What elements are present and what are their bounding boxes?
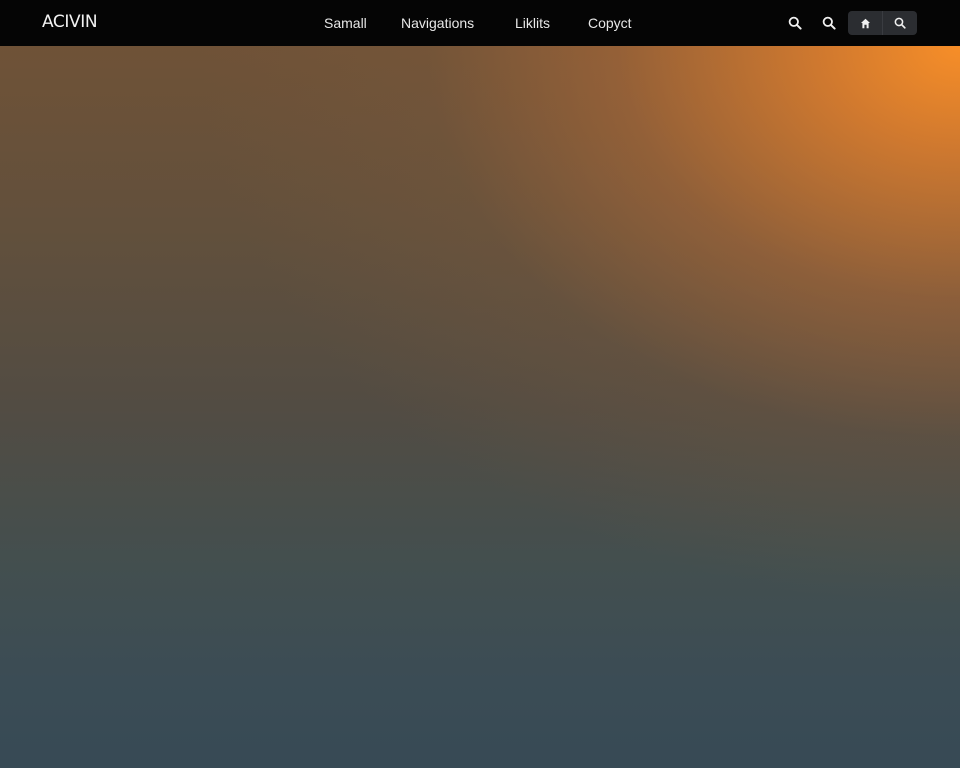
- search-pill-button[interactable]: [883, 11, 917, 35]
- search-button-secondary[interactable]: [818, 12, 840, 34]
- icon-button-group: [848, 11, 917, 35]
- page: ACIVIN Samall Navigations Liklits Copyct: [0, 0, 960, 768]
- search-icon: [894, 17, 906, 29]
- main-nav: Samall Navigations Liklits Copyct: [0, 14, 960, 32]
- nav-link-samall[interactable]: Samall: [324, 14, 367, 32]
- nav-link-copyct[interactable]: Copyct: [588, 14, 632, 32]
- top-navbar: ACIVIN Samall Navigations Liklits Copyct: [0, 0, 960, 46]
- hero-gradient-background: [0, 46, 960, 768]
- nav-link-navigations[interactable]: Navigations: [401, 14, 474, 32]
- home-button[interactable]: [848, 11, 882, 35]
- nav-link-liklits[interactable]: Liklits: [515, 14, 550, 32]
- home-icon: [860, 18, 870, 28]
- search-icon: [788, 16, 802, 30]
- search-icon: [822, 16, 836, 30]
- search-button[interactable]: [784, 12, 806, 34]
